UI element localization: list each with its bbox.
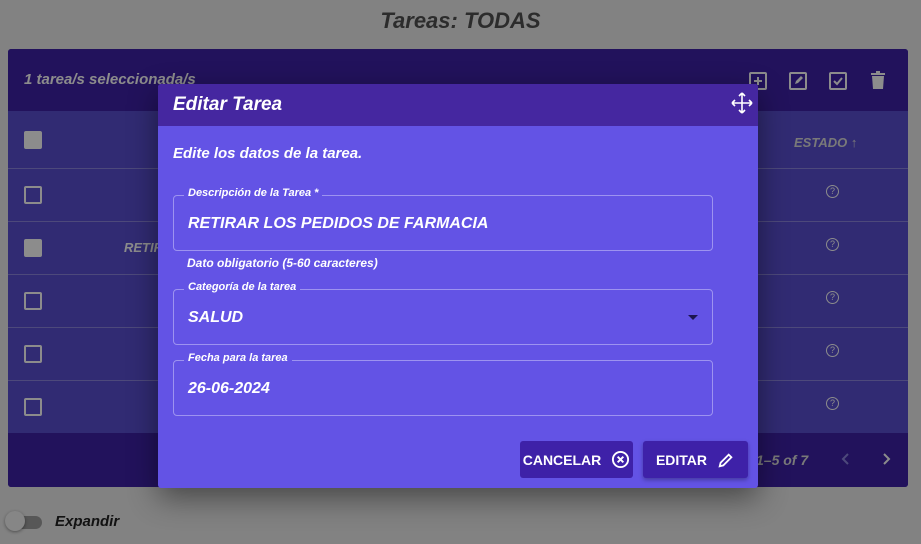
category-label: Categoría de la tarea xyxy=(184,281,301,293)
edit-task-dialog: Editar Tarea Edite los datos de la tarea… xyxy=(158,84,758,488)
edit-button-label: EDITAR xyxy=(655,451,708,468)
date-field[interactable]: Fecha para la tarea 26-06-2024 xyxy=(173,352,713,416)
description-field[interactable]: Descripción de la Tarea * RETIRAR LOS PE… xyxy=(173,187,713,251)
date-label: Fecha para la tarea xyxy=(184,352,292,364)
cancel-button[interactable]: CANCELAR xyxy=(520,441,633,478)
cancel-circle-icon xyxy=(611,450,630,469)
description-hint: Dato obligatorio (5-60 caracteres) xyxy=(187,256,378,270)
description-label: Descripción de la Tarea * xyxy=(184,187,323,199)
edit-submit-button[interactable]: EDITAR xyxy=(643,441,748,478)
cancel-button-label: CANCELAR xyxy=(522,451,602,468)
move-icon[interactable] xyxy=(731,92,753,114)
dropdown-arrow-icon[interactable] xyxy=(688,315,698,320)
dialog-subtitle: Edite los datos de la tarea. xyxy=(173,145,363,162)
dialog-header[interactable]: Editar Tarea xyxy=(158,84,758,126)
dialog-title: Editar Tarea xyxy=(173,94,283,115)
pencil-icon xyxy=(717,451,735,469)
category-value[interactable]: SALUD xyxy=(188,309,243,327)
category-select[interactable]: Categoría de la tarea SALUD xyxy=(173,281,713,345)
description-input[interactable]: RETIRAR LOS PEDIDOS DE FARMACIA xyxy=(188,215,488,233)
date-input[interactable]: 26-06-2024 xyxy=(188,380,270,398)
